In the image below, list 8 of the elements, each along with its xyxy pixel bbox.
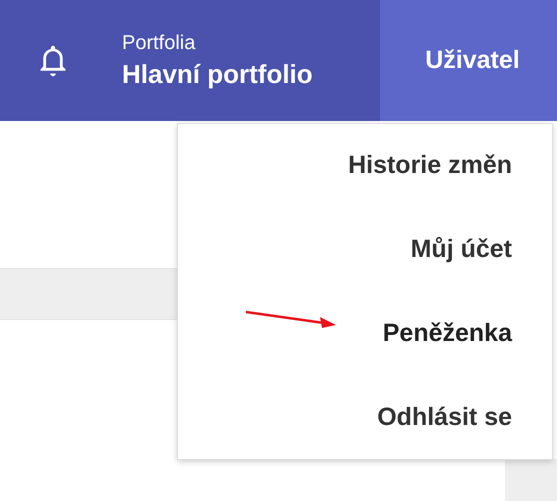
portfolio-name[interactable]: Hlavní portfolio <box>122 58 380 90</box>
menu-item[interactable]: Odhlásit se <box>178 375 552 459</box>
menu-item[interactable]: Můj účet <box>178 208 552 292</box>
menu-item[interactable]: Historie změn <box>178 124 552 208</box>
portfolio-label: Portfolia <box>122 32 196 54</box>
panel-background <box>505 459 557 501</box>
user-menu-button[interactable]: Uživatel <box>380 0 557 121</box>
menu-item[interactable]: Peněženka <box>178 292 552 376</box>
